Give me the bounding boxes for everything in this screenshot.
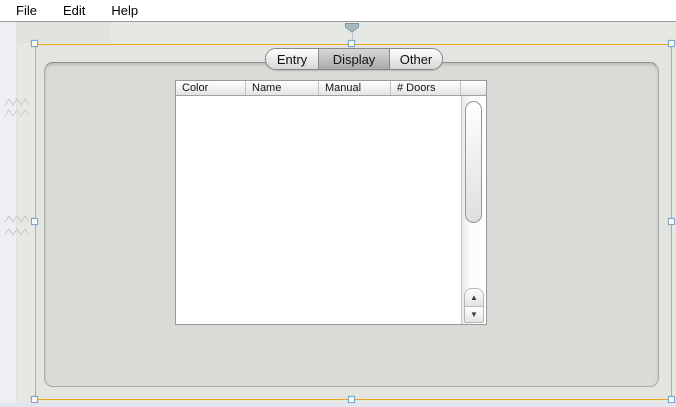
spring-indicator-icon [4, 108, 31, 118]
menu-item-edit[interactable]: Edit [61, 2, 87, 19]
spring-indicator-icon [4, 97, 31, 107]
menu-item-help[interactable]: Help [109, 2, 140, 19]
scroll-down-button[interactable]: ▼ [465, 306, 483, 323]
table-header-color[interactable]: Color [176, 81, 246, 95]
table-header-doors[interactable]: # Doors [391, 81, 461, 95]
menu-item-file[interactable]: File [14, 2, 39, 19]
selection-handle-middle-left[interactable] [31, 218, 38, 225]
selection-handle-top-center[interactable] [348, 40, 355, 47]
cars-table[interactable]: Color Name Manual # Doors ▲ ▼ [175, 80, 487, 325]
selection-handle-top-left[interactable] [31, 40, 38, 47]
canvas-bottom-edge [0, 403, 676, 407]
selection-handle-bottom-right[interactable] [668, 396, 675, 403]
tab-other[interactable]: Other [389, 49, 442, 69]
scrollbar-thumb[interactable] [465, 101, 482, 223]
scroll-down-icon: ▼ [470, 311, 478, 319]
tab-entry[interactable]: Entry [266, 49, 318, 69]
scroll-up-button[interactable]: ▲ [465, 289, 483, 306]
canvas-left-margin [0, 22, 17, 403]
designed-menubar: File Edit Help [0, 0, 676, 22]
selection-handle-top-right[interactable] [668, 40, 675, 47]
scrollbar-buttons: ▲ ▼ [464, 288, 484, 323]
design-canvas: File Edit Help Entry Display Other Color… [0, 0, 676, 407]
tab-display[interactable]: Display [318, 49, 389, 69]
scroll-up-icon: ▲ [470, 294, 478, 302]
spring-indicator-icon [4, 227, 31, 237]
table-body[interactable] [176, 96, 461, 324]
table-header-row: Color Name Manual # Doors [176, 81, 486, 96]
table-header-manual[interactable]: Manual [319, 81, 391, 95]
selection-handle-middle-right[interactable] [668, 218, 675, 225]
selection-handle-bottom-center[interactable] [348, 396, 355, 403]
selection-handle-bottom-left[interactable] [31, 396, 38, 403]
tab-bar: Entry Display Other [265, 48, 443, 70]
spring-indicator-icon [4, 214, 31, 224]
table-header-name[interactable]: Name [246, 81, 319, 95]
vertical-scrollbar[interactable]: ▲ ▼ [461, 96, 486, 324]
table-header-filler [461, 81, 486, 95]
